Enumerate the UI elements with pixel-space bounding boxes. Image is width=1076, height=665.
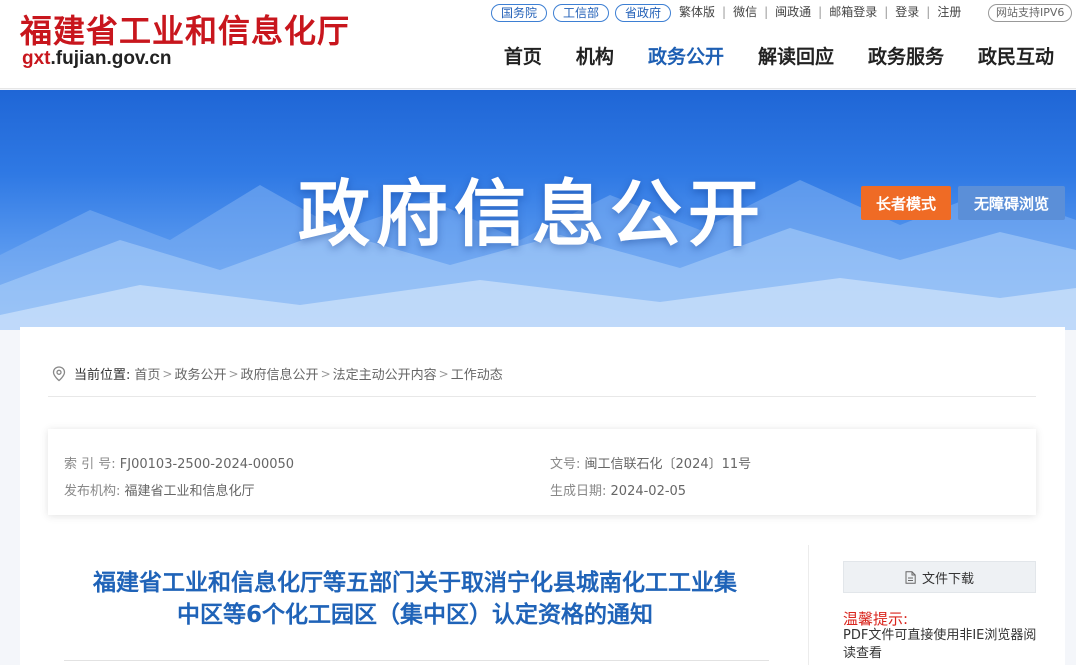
link-mail-login[interactable]: 邮箱登录 [822,5,884,19]
document-title-line1: 福建省工业和信息化厅等五部门关于取消宁化县城南化工工业集 [93,570,737,596]
site-domain[interactable]: gxt.fujian.gov.cn [22,48,172,70]
nav-services[interactable]: 政务服务 [846,44,956,70]
tip-text: PDF文件可直接使用非IE浏览器阅读查看 [843,628,1037,661]
divider [48,396,1036,397]
nav-organization[interactable]: 机构 [554,44,626,70]
meta-index-value: FJ00103-2500-2024-00050 [119,457,295,472]
document-meta: 索 引 号: FJ00103-2500-2024-00050 文号: 闽工信联石… [48,429,1036,515]
tag-provincial-gov[interactable]: 省政府 [615,4,672,22]
domain-prefix: gxt [22,48,51,69]
document-icon [905,570,916,584]
link-login[interactable]: 登录 [888,5,926,19]
content-card: 当前位置: 首页 > 政务公开 > 政府信息公开 > 法定主动公开内容 > 工作动态 索… [20,327,1065,665]
tip-title: 温馨提示: [843,610,909,628]
tag-state-council[interactable]: 国务院 [491,4,548,22]
file-download-label: 文件下载 [921,571,974,587]
banner-title: 政府信息公开 [298,172,767,256]
breadcrumb-separator: > [320,366,331,381]
link-register[interactable]: 注册 [930,5,968,19]
link-wechat[interactable]: 微信 [726,5,764,19]
column-divider [808,545,809,665]
breadcrumb-statutory-content[interactable]: 法定主动公开内容 [333,364,437,383]
link-mztong[interactable]: 闽政通 [768,5,818,19]
accessibility-button[interactable]: 无障碍浏览 [958,186,1065,220]
meta-date: 生成日期: 2024-02-05 [550,484,687,499]
main-nav: 首页 机构 政务公开 解读回应 政务服务 政民互动 [482,44,1066,70]
breadcrumb-work-news[interactable]: 工作动态 [451,364,503,383]
domain-rest: .fujian.gov.cn [50,48,172,69]
location-pin-icon [52,365,66,381]
site-header: 福建省工业和信息化厅 gxt.fujian.gov.cn 国务院 工信部 省政府… [0,0,1076,89]
nav-interaction[interactable]: 政民互动 [956,44,1066,70]
elder-mode-button[interactable]: 长者模式 [861,186,951,220]
breadcrumb-home[interactable]: 首页 [134,364,160,383]
nav-home[interactable]: 首页 [482,44,554,70]
meta-publisher: 发布机构: 福建省工业和信息化厅 [64,484,255,499]
title-rule [64,660,769,661]
breadcrumb-info-disclosure[interactable]: 政府信息公开 [241,364,319,383]
breadcrumb-gov-affairs[interactable]: 政务公开 [174,364,226,383]
meta-publisher-value: 福建省工业和信息化厅 [124,484,255,499]
meta-index: 索 引 号: FJ00103-2500-2024-00050 [64,457,295,472]
breadcrumb: 当前位置: 首页 > 政务公开 > 政府信息公开 > 法定主动公开内容 > 工作动态 [52,364,503,383]
banner: 政府信息公开 长者模式 无障碍浏览 [0,90,1076,330]
site-logo[interactable]: 福建省工业和信息化厅 [20,6,350,52]
top-links: 繁体版 | 微信 | 闽政通 | 邮箱登录 | 登录 | 注册 [672,5,968,19]
breadcrumb-separator: > [162,366,173,381]
meta-docno-value: 闽工信联石化〔2024〕11号 [584,457,752,472]
ipv6-badge: 网站支持IPV6 [988,4,1073,22]
document-title-line2: 中区等6个化工园区（集中区）认定资格的通知 [176,602,653,628]
breadcrumb-separator: > [438,366,449,381]
link-traditional[interactable]: 繁体版 [672,5,722,19]
nav-interpretation[interactable]: 解读回应 [736,44,846,70]
meta-date-value: 2024-02-05 [610,484,687,499]
breadcrumb-label: 当前位置: [74,368,131,383]
tag-miit[interactable]: 工信部 [553,4,610,22]
breadcrumb-separator: > [228,366,239,381]
file-download-button[interactable]: 文件下载 [843,561,1036,593]
document-title: 福建省工业和信息化厅等五部门关于取消宁化县城南化工工业集 中区等6个化工园区（集… [50,567,780,631]
nav-gov-affairs[interactable]: 政务公开 [626,44,736,70]
gov-tags: 国务院 工信部 省政府 [491,4,672,22]
meta-docno: 文号: 闽工信联石化〔2024〕11号 [550,457,752,472]
